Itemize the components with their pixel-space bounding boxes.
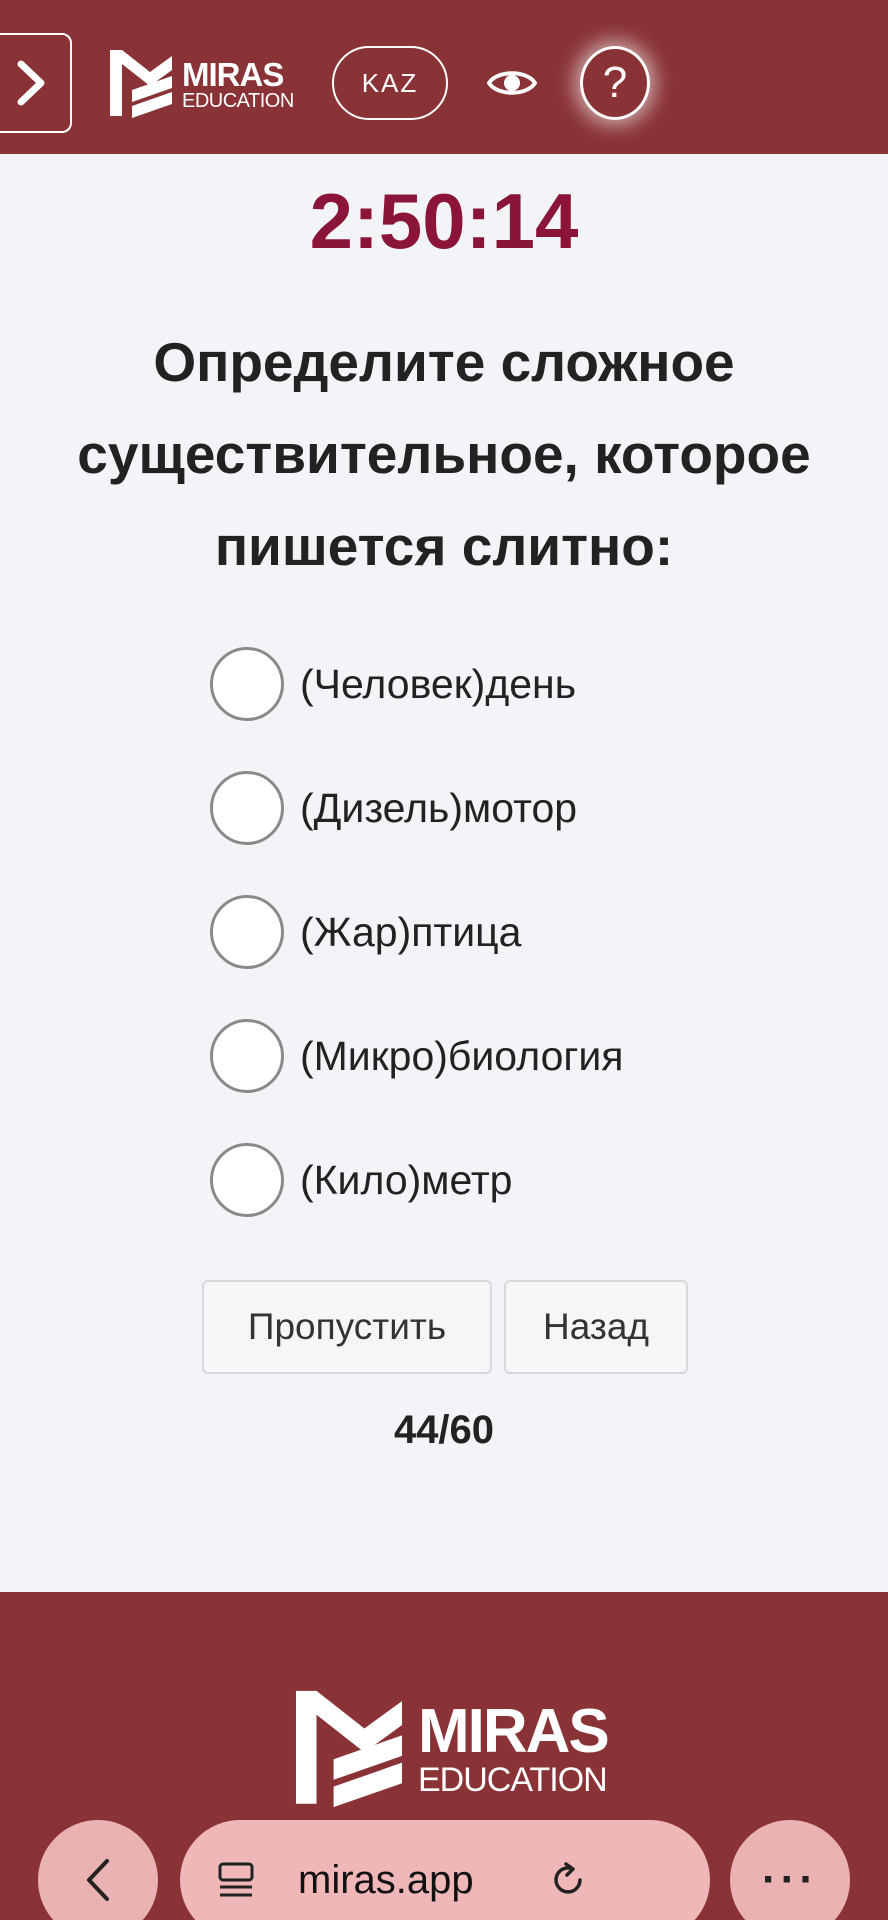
footer-logo-wordmark: MIRAS EDUCATION xyxy=(418,1697,610,1799)
footer-logo-secondary-text: EDUCATION xyxy=(418,1761,608,1799)
reload-icon[interactable] xyxy=(546,1858,590,1902)
answer-options: (Человек)день (Дизель)мотор (Жар)птица (… xyxy=(210,646,623,1266)
address-bar[interactable]: miras.app xyxy=(180,1820,710,1920)
chevron-left-icon xyxy=(87,1859,109,1901)
answer-option[interactable]: (Микро)биология xyxy=(210,1018,623,1094)
answer-option[interactable]: (Кило)метр xyxy=(210,1142,623,1218)
skip-button[interactable]: Пропустить xyxy=(202,1280,492,1374)
footer-logo: MIRAS EDUCATION xyxy=(294,1684,610,1814)
answer-option[interactable]: (Человек)день xyxy=(210,646,623,722)
logo-wordmark: MIRAS EDUCATION xyxy=(182,58,294,111)
page: MIRAS EDUCATION KAZ ? 2:50:14 Определите… xyxy=(0,0,888,1920)
url-text[interactable]: miras.app xyxy=(298,1858,474,1903)
answer-option[interactable]: (Дизель)мотор xyxy=(210,770,623,846)
help-button[interactable]: ? xyxy=(580,46,650,120)
menu-toggle-button[interactable] xyxy=(0,33,72,133)
answer-option[interactable]: (Жар)птица xyxy=(210,894,623,970)
eye-icon xyxy=(487,71,537,95)
logo-primary-text: MIRAS xyxy=(182,55,284,93)
header: MIRAS EDUCATION KAZ ? xyxy=(0,0,888,154)
reader-icon[interactable] xyxy=(216,1860,256,1900)
option-label: (Микро)биология xyxy=(300,1032,624,1079)
chevron-right-icon xyxy=(17,60,45,106)
option-label: (Человек)день xyxy=(300,660,577,707)
radio-button[interactable] xyxy=(210,1143,284,1217)
radio-button[interactable] xyxy=(210,647,284,721)
question-text: Определите сложное существительное, кото… xyxy=(77,331,811,577)
question-counter: 44/60 xyxy=(393,1408,495,1452)
language-button[interactable]: KAZ xyxy=(332,46,448,120)
radio-button[interactable] xyxy=(210,771,284,845)
option-label: (Дизель)мотор xyxy=(300,784,578,831)
option-label: (Жар)птица xyxy=(300,908,522,955)
logo[interactable]: MIRAS EDUCATION xyxy=(110,44,300,124)
footer-logo-primary-text: MIRAS xyxy=(418,1697,610,1766)
logo-icon xyxy=(110,50,172,118)
accessibility-button[interactable] xyxy=(484,58,540,108)
countdown-timer: 2:50:14 xyxy=(309,177,579,265)
back-button[interactable]: Назад xyxy=(504,1280,688,1374)
logo-icon xyxy=(295,1690,403,1808)
logo-secondary-text: EDUCATION xyxy=(182,89,294,112)
radio-button[interactable] xyxy=(210,1019,284,1093)
option-label: (Кило)метр xyxy=(300,1156,513,1203)
radio-button[interactable] xyxy=(210,895,284,969)
help-icon: ? xyxy=(602,58,628,107)
